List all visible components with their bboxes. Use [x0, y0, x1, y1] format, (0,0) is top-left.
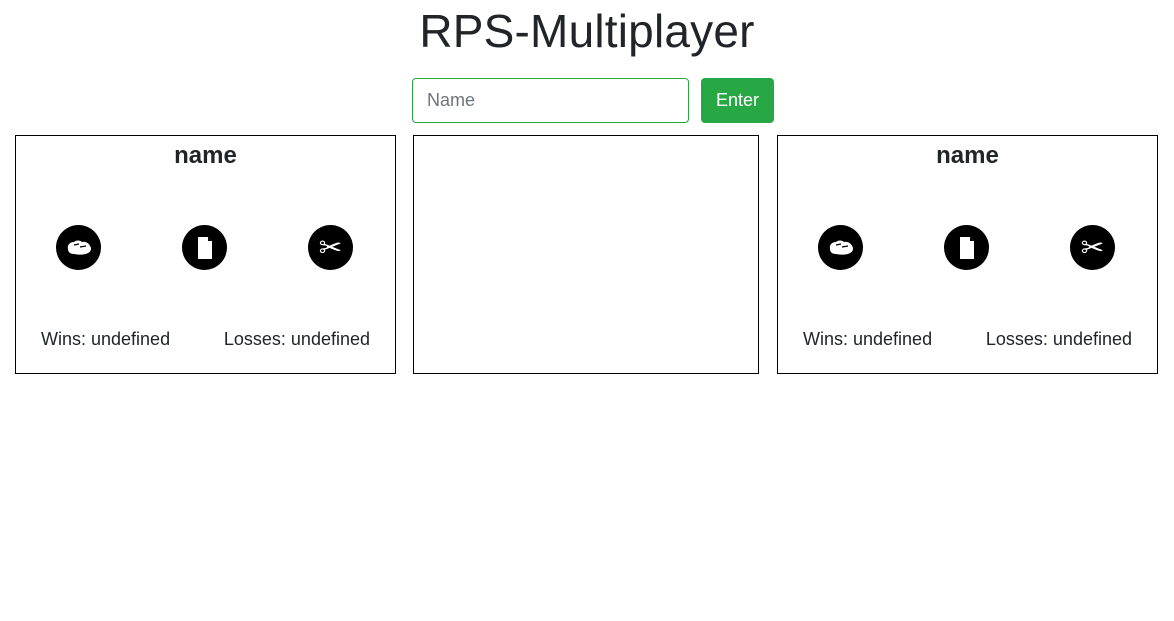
player-two-wins: Wins: undefined [803, 329, 933, 349]
rock-icon[interactable] [56, 225, 101, 270]
results-panel [413, 135, 759, 374]
player-one-name: name [174, 142, 237, 169]
player-one-panel: name ✂ Wins: undefined Losses: undefined [15, 135, 396, 374]
player-two-panel: name ✂ Wins: undefined Losses: undefined [777, 135, 1158, 374]
name-form: Enter [412, 78, 774, 123]
player-two-losses: Losses: undefined [985, 329, 1132, 349]
player-two-name: name [936, 142, 999, 169]
enter-button[interactable]: Enter [701, 78, 774, 123]
paper-icon[interactable] [944, 225, 989, 270]
scissors-icon[interactable]: ✂ [308, 225, 353, 270]
scissors-icon[interactable]: ✂ [1070, 225, 1115, 270]
paper-icon[interactable] [182, 225, 227, 270]
player-one-losses: Losses: undefined [223, 329, 370, 349]
page-title: RPS-Multiplayer [419, 5, 755, 57]
rock-icon[interactable] [818, 225, 863, 270]
name-input[interactable] [412, 78, 689, 123]
player-one-wins: Wins: undefined [41, 329, 171, 349]
